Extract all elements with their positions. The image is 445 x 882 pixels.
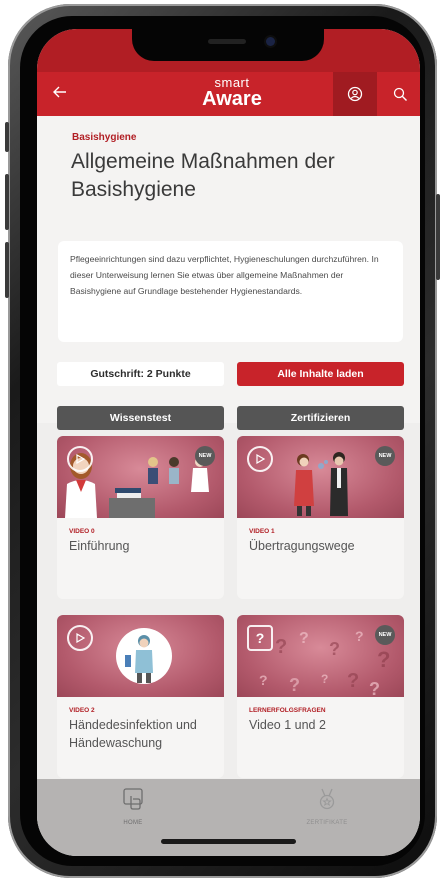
tile-type-label: LERNERFOLGSFRAGEN — [249, 707, 326, 714]
bottom-tab-bar: HOME ZERTIFIKATE — [37, 779, 420, 856]
tile-meta: VIDEO 2 Händedesinfektion und Händewasch… — [69, 615, 219, 778]
video-tile[interactable]: NEW VIDEO 1 Übertragungswege — [237, 436, 404, 599]
course-description: Pflegeeinrichtungen sind dazu verpflicht… — [70, 254, 379, 296]
knowledge-test-button[interactable]: Wissenstest — [57, 406, 224, 430]
volume-up-button — [5, 174, 9, 230]
tile-title: Übertragungswege — [249, 539, 355, 553]
app-screen: smart Aware Basishygiene Allgemeine Maßn… — [37, 29, 420, 856]
mute-switch — [5, 122, 9, 152]
tile-meta: VIDEO 1 Übertragungswege — [249, 436, 399, 599]
tile-title: Händedesinfektion und Händewaschung — [69, 718, 197, 750]
medal-icon — [319, 788, 335, 810]
video-tile[interactable]: VIDEO 2 Händedesinfektion und Händewasch… — [57, 615, 224, 778]
quiz-tile[interactable]: ? ? ? ? ? ? ? ? ? ? ? NEW LERNERFOLGSFRA… — [237, 615, 404, 778]
tile-title: Video 1 und 2 — [249, 718, 326, 732]
tile-meta: VIDEO 0 Einführung — [69, 436, 219, 599]
logo-aware: Aware — [202, 88, 262, 110]
app-header: smart Aware — [37, 72, 420, 116]
tab-home-label: HOME — [123, 820, 143, 826]
account-button[interactable] — [333, 72, 377, 116]
tab-home[interactable]: HOME — [93, 787, 173, 826]
tile-type-label: VIDEO 0 — [69, 528, 95, 535]
tab-certificates[interactable]: ZERTIFIKATE — [287, 787, 367, 826]
tile-meta: LERNERFOLGSFRAGEN Video 1 und 2 — [249, 615, 399, 778]
course-category: Basishygiene — [72, 132, 137, 143]
tile-type-label: VIDEO 2 — [69, 707, 95, 714]
description-card: Pflegeeinrichtungen sind dazu verpflicht… — [58, 241, 403, 342]
speaker — [208, 39, 246, 44]
tile-title: Einführung — [69, 539, 130, 553]
certify-button[interactable]: Zertifizieren — [237, 406, 404, 430]
search-icon — [393, 87, 407, 101]
course-title: Allgemeine Maßnahmen der Basishygiene — [71, 150, 335, 201]
notch — [132, 29, 324, 61]
home-indicator — [161, 839, 296, 844]
home-touch-icon — [123, 788, 143, 810]
app-logo: smart Aware — [192, 76, 272, 109]
tab-certificates-label: ZERTIFIKATE — [306, 820, 348, 826]
tile-type-label: VIDEO 1 — [249, 528, 275, 535]
front-camera — [266, 37, 275, 46]
back-button[interactable] — [51, 83, 73, 105]
course-header: Basishygiene Allgemeine Maßnahmen der Ba… — [37, 116, 420, 430]
video-tile[interactable]: NEW VIDEO 0 Einführung — [57, 436, 224, 599]
back-arrow-icon — [53, 86, 66, 98]
account-icon — [347, 86, 363, 102]
volume-down-button — [5, 242, 9, 298]
credit-points-badge: Gutschrift: 2 Punkte — [57, 362, 224, 386]
load-all-content-button[interactable]: Alle Inhalte laden — [237, 362, 404, 386]
power-button — [436, 194, 440, 280]
search-button[interactable] — [381, 72, 420, 116]
